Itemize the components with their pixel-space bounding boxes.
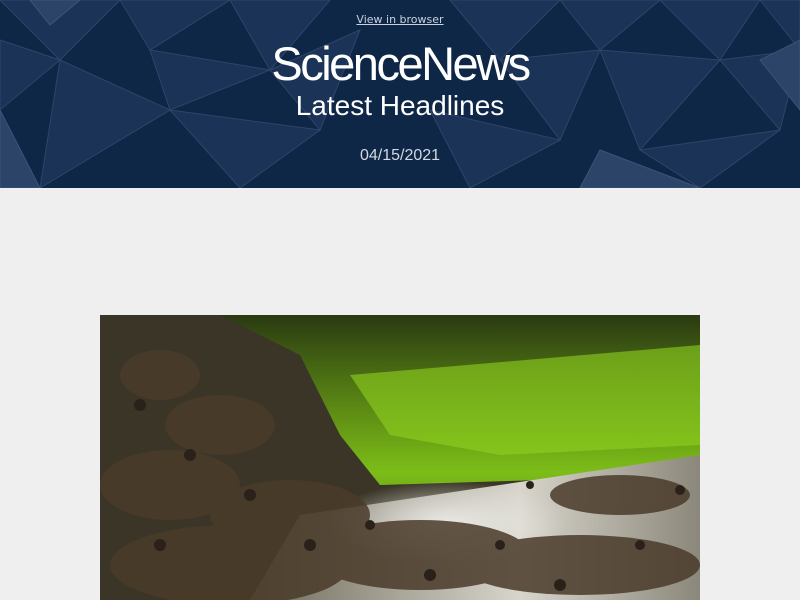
email-header: View in browser ScienceNews Latest Headl… — [0, 0, 800, 188]
issue-date: 04/15/2021 — [359, 147, 441, 164]
header-content: View in browser ScienceNews Latest Headl… — [0, 0, 800, 188]
view-in-browser-link[interactable]: View in browser — [0, 13, 800, 26]
hero-image[interactable] — [100, 315, 700, 600]
sciencenews-logo[interactable]: ScienceNews — [0, 38, 800, 90]
wildebeest-photo — [100, 315, 700, 600]
page-title: Latest Headlines — [295, 90, 505, 121]
spacer — [0, 188, 800, 315]
